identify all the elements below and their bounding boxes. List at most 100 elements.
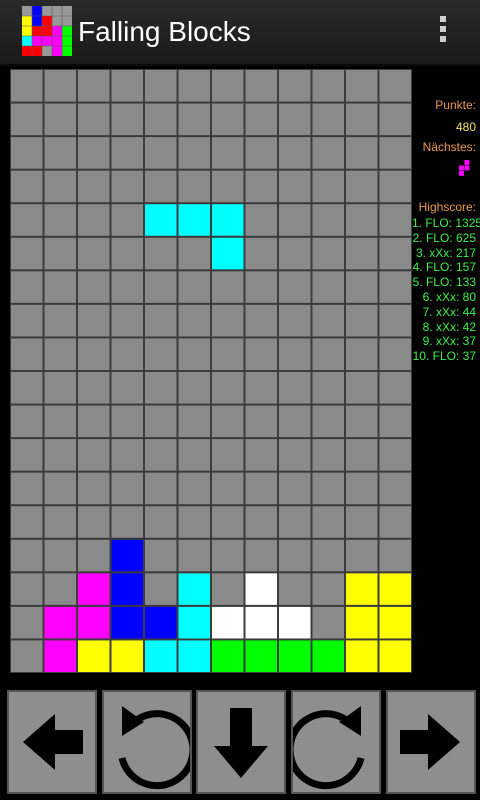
empty-cell: [144, 236, 178, 271]
empty-cell: [378, 102, 412, 137]
empty-cell: [43, 572, 77, 606]
empty-cell: [144, 505, 178, 539]
empty-cell: [311, 471, 345, 506]
empty-cell: [43, 538, 77, 573]
app-logo-icon[interactable]: [22, 6, 72, 56]
settled-block: [77, 572, 111, 606]
empty-cell: [378, 136, 412, 170]
empty-cell: [278, 337, 312, 372]
settled-block: [378, 572, 412, 606]
settled-block: [177, 605, 211, 640]
arrow-right-icon: [400, 714, 460, 770]
empty-cell: [345, 538, 379, 573]
empty-cell: [177, 303, 211, 338]
empty-cell: [278, 69, 312, 103]
empty-cell: [278, 270, 312, 304]
empty-cell: [345, 471, 379, 506]
settled-block: [211, 639, 245, 673]
empty-cell: [177, 505, 211, 539]
arrow-left-icon: [23, 714, 83, 770]
empty-cell: [10, 404, 44, 439]
empty-cell: [345, 303, 379, 338]
empty-cell: [311, 404, 345, 439]
settled-block: [177, 639, 211, 673]
empty-cell: [43, 169, 77, 204]
empty-cell: [10, 203, 44, 237]
empty-cell: [311, 605, 345, 640]
empty-cell: [345, 337, 379, 372]
empty-cell: [345, 203, 379, 237]
empty-cell: [177, 371, 211, 405]
empty-cell: [10, 337, 44, 372]
next-piece-block: [459, 165, 464, 171]
score-value: 480: [455, 120, 476, 134]
empty-cell: [278, 404, 312, 439]
empty-cell: [244, 236, 278, 271]
rotate-right-button[interactable]: [291, 690, 381, 794]
empty-cell: [311, 538, 345, 573]
settled-block: [378, 639, 412, 673]
empty-cell: [211, 572, 245, 606]
empty-cell: [43, 438, 77, 472]
settled-block: [110, 538, 144, 573]
drop-button[interactable]: [196, 690, 286, 794]
empty-cell: [10, 438, 44, 472]
empty-cell: [311, 136, 345, 170]
empty-cell: [10, 605, 44, 640]
empty-cell: [311, 69, 345, 103]
empty-cell: [144, 270, 178, 304]
empty-cell: [211, 404, 245, 439]
empty-cell: [378, 404, 412, 439]
empty-cell: [244, 270, 278, 304]
empty-cell: [43, 102, 77, 137]
empty-cell: [77, 438, 111, 472]
highscore-entry: 3. xXx: 217: [415, 245, 476, 260]
settled-block: [378, 605, 412, 640]
empty-cell: [244, 505, 278, 539]
empty-cell: [278, 102, 312, 137]
empty-cell: [110, 303, 144, 338]
empty-cell: [177, 102, 211, 137]
highscore-entry: 6. xXx: 80: [422, 289, 476, 304]
score-panel: Punkte: 480 Nächstes: Highscore: 1. FLO:…: [412, 96, 480, 364]
empty-cell: [278, 203, 312, 237]
empty-cell: [311, 203, 345, 237]
empty-cell: [345, 236, 379, 271]
highscore-entry: 5. FLO: 133: [412, 275, 476, 290]
empty-cell: [177, 404, 211, 439]
move-left-button[interactable]: [7, 690, 97, 794]
empty-cell: [144, 371, 178, 405]
move-right-button[interactable]: [386, 690, 476, 794]
overflow-menu-icon[interactable]: [436, 16, 450, 50]
empty-cell: [211, 69, 245, 103]
empty-cell: [10, 102, 44, 137]
empty-cell: [77, 203, 111, 237]
empty-cell: [43, 303, 77, 338]
rotate-left-button[interactable]: [102, 690, 192, 794]
settled-block: [345, 639, 379, 673]
empty-cell: [77, 538, 111, 573]
settled-block: [244, 572, 278, 606]
empty-cell: [311, 505, 345, 539]
game-board[interactable]: [10, 69, 412, 673]
settled-block: [177, 572, 211, 606]
empty-cell: [110, 203, 144, 237]
empty-cell: [378, 471, 412, 506]
empty-cell: [378, 270, 412, 304]
highscore-list: 1. FLO: 1325 2. FLO: 625 3. xXx: 217 4. FLO…: [412, 216, 480, 364]
empty-cell: [10, 371, 44, 405]
empty-cell: [177, 169, 211, 204]
settled-block: [278, 639, 312, 673]
empty-cell: [211, 505, 245, 539]
empty-cell: [10, 538, 44, 573]
empty-cell: [311, 102, 345, 137]
empty-cell: [144, 471, 178, 506]
empty-cell: [278, 438, 312, 472]
app-title: Falling Blocks: [78, 16, 251, 47]
empty-cell: [110, 471, 144, 506]
empty-cell: [43, 270, 77, 304]
empty-cell: [110, 136, 144, 170]
empty-cell: [244, 203, 278, 237]
empty-cell: [144, 303, 178, 338]
empty-cell: [110, 169, 144, 204]
